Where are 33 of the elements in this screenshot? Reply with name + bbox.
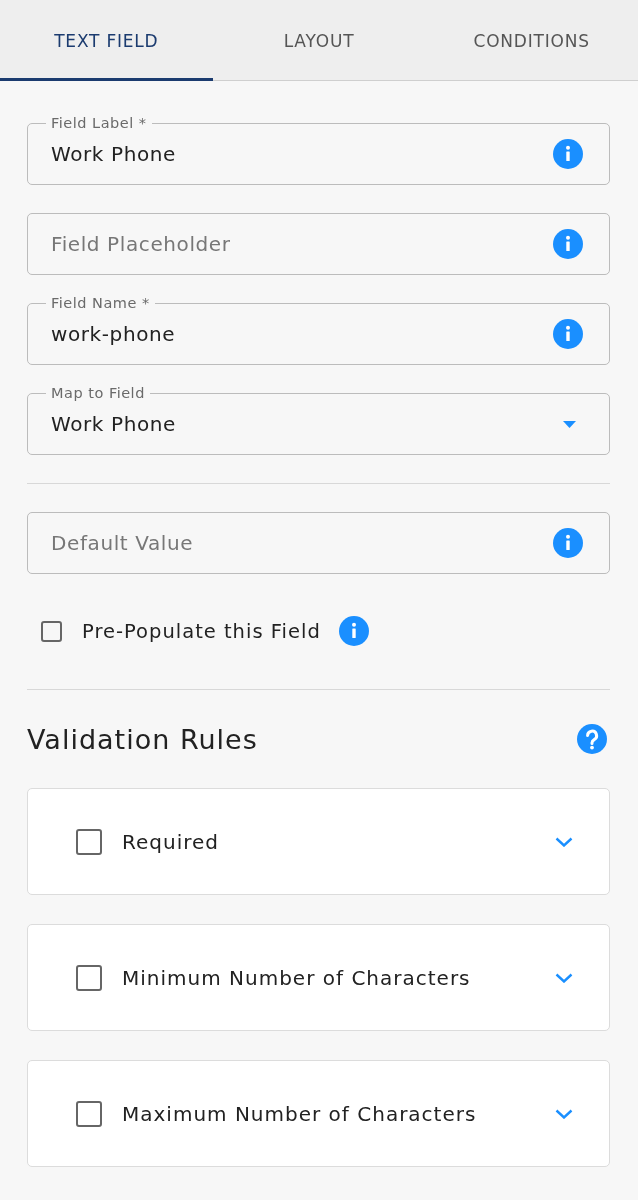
input-field[interactable]: Default Value [27,512,610,574]
tab[interactable]: CONDITIONS [425,0,638,81]
checkbox-label: Pre-Populate this Field [82,619,321,643]
checkbox[interactable] [76,1100,102,1127]
input-field[interactable]: Field Name * work-phone [27,294,610,365]
chevron-down-icon[interactable] [555,836,573,847]
rule-label: Required [122,829,220,854]
input-field[interactable]: Field Placeholder [27,213,610,275]
field-label: Map to Field [50,384,146,402]
input-field[interactable]: Field Label * Work Phone [27,114,610,185]
checkbox[interactable] [76,828,102,855]
info-icon[interactable] [553,229,583,259]
section-heading: Validation Rules [27,723,258,755]
field-label: Field Name * [50,294,151,312]
rule-card[interactable]: Maximum Number of Characters [27,1060,610,1167]
rule-label: Maximum Number of Characters [122,1101,478,1126]
help-icon[interactable] [577,724,607,754]
tab[interactable]: TEXT FIELD [0,0,213,81]
chevron-down-icon[interactable] [555,972,573,983]
info-icon[interactable] [553,319,583,349]
info-icon[interactable] [553,528,583,558]
info-icon[interactable] [338,616,369,646]
rule-label: Minimum Number of Characters [122,965,472,990]
field-label: Field Label * [50,114,148,132]
checkbox[interactable] [41,620,62,642]
chevron-down-icon[interactable] [555,1108,573,1119]
rule-card[interactable]: Required [27,788,610,895]
rule-card[interactable]: Minimum Number of Characters [27,924,610,1031]
tab[interactable]: LAYOUT [212,0,426,81]
checkbox[interactable] [76,964,102,991]
caret-icon[interactable] [563,420,576,428]
info-icon[interactable] [553,139,583,169]
dropdown-field[interactable]: Map to Field Work Phone [27,384,610,455]
